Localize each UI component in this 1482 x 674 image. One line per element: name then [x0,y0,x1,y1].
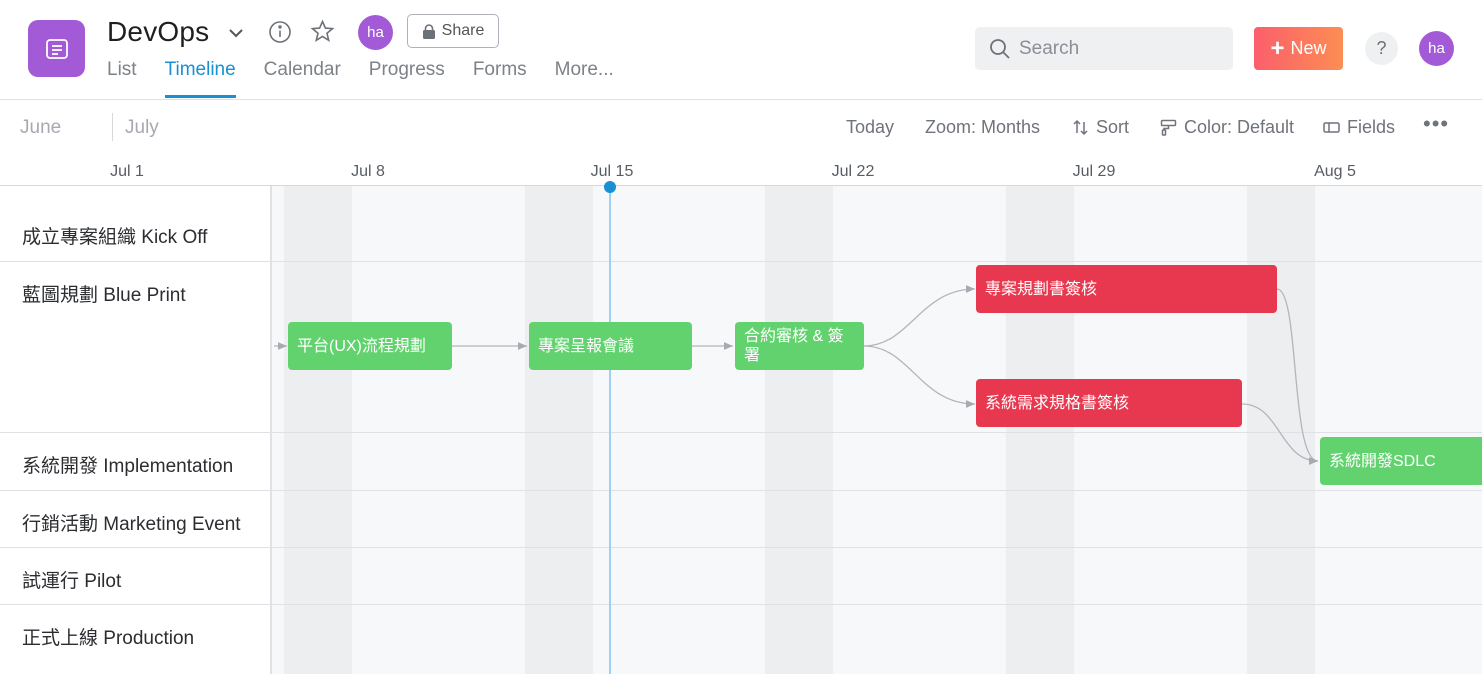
tab-calendar[interactable]: Calendar [250,58,355,98]
group-kick-off[interactable]: 成立專案組織 Kick Off [22,222,207,249]
zoom-button[interactable]: Zoom: Months [925,117,1040,138]
tab-forms[interactable]: Forms [459,58,541,98]
today-marker-dot [604,181,616,193]
search-icon [990,38,1010,59]
date-label: Jul 1 [110,163,144,180]
help-button[interactable]: ? [1365,32,1398,65]
today-marker-line [609,186,611,674]
weekend-column [284,186,352,674]
project-list-icon[interactable] [28,20,85,77]
tab-more[interactable]: More... [541,58,628,98]
lock-icon [422,23,435,39]
today-button[interactable]: Today [846,117,894,138]
view-tabs: List Timeline Calendar Progress Forms Mo… [107,58,628,100]
date-label: Jul 8 [351,163,385,180]
new-button[interactable]: + New [1254,27,1343,70]
project-header: DevOps ha Share List Timeline Calendar P… [0,0,1482,100]
chevron-down-icon[interactable] [226,24,246,42]
weekend-column [1247,186,1315,674]
tab-progress[interactable]: Progress [355,58,459,98]
more-options-button[interactable]: ••• [1423,111,1449,137]
fields-label: Fields [1347,117,1396,137]
row-divider [0,490,1482,491]
group-marketing-event[interactable]: 行銷活動 Marketing Event [22,509,241,536]
group-implementation[interactable]: 系統開發 Implementation [22,451,233,478]
fields-button[interactable]: Fields [1323,117,1395,138]
plus-icon: + [1270,34,1285,62]
row-divider [0,547,1482,548]
task-bar[interactable]: 合約審核 & 簽署 [735,322,864,370]
share-label: Share [441,22,485,39]
color-label: Color: Default [1184,117,1295,137]
search-placeholder: Search [1019,37,1080,59]
paint-roller-icon [1160,119,1177,136]
task-bar[interactable]: 系統需求規格書簽核 [976,379,1242,427]
fields-icon [1323,122,1340,133]
group-label-panel [0,186,272,674]
project-title[interactable]: DevOps [107,16,209,48]
row-divider [0,261,1482,262]
sort-button[interactable]: Sort [1072,117,1129,138]
task-bar[interactable]: 專案規劃書簽核 [976,265,1277,313]
share-button[interactable]: Share [407,14,499,48]
weekend-column [525,186,593,674]
row-divider [0,432,1482,433]
tab-list[interactable]: List [107,58,151,98]
info-icon[interactable] [268,20,292,44]
task-bar[interactable]: 系統開發SDLC [1320,437,1482,485]
date-label: Jul 22 [831,163,875,180]
group-blue-print[interactable]: 藍圖規劃 Blue Print [22,280,186,307]
user-avatar[interactable]: ha [1419,31,1454,66]
row-divider [0,604,1482,605]
star-icon[interactable] [310,19,335,44]
month-divider [112,113,113,141]
date-label: Jul 15 [590,163,634,180]
weekend-column [1006,186,1074,674]
tab-timeline[interactable]: Timeline [151,58,250,98]
sort-label: Sort [1096,117,1130,137]
date-label: Aug 5 [1314,163,1356,180]
date-label: Jul 29 [1072,163,1116,180]
task-bar[interactable]: 專案呈報會議 [529,322,692,370]
search-input[interactable]: Search [975,27,1233,70]
new-label: New [1290,38,1327,58]
color-button[interactable]: Color: Default [1160,117,1294,138]
task-bar[interactable]: 平台(UX)流程規劃 [288,322,452,370]
group-production[interactable]: 正式上線 Production [22,623,194,650]
member-avatar[interactable]: ha [358,15,393,50]
month-july: July [125,117,159,138]
sort-icon [1073,119,1088,136]
month-june: June [20,117,62,138]
group-pilot[interactable]: 試運行 Pilot [22,566,121,593]
weekend-column [765,186,833,674]
